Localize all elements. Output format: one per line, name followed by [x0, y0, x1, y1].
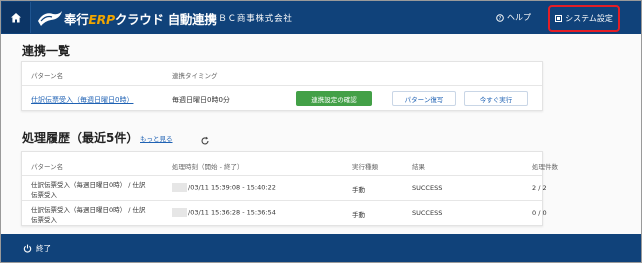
hist-row2-pattern-line2: 伝票受入	[31, 216, 57, 224]
system-settings-label: システム設定	[565, 14, 613, 23]
logo-mark-icon	[38, 11, 62, 26]
home-button[interactable]	[2, 2, 31, 33]
help-label: ヘルプ	[507, 13, 531, 22]
help-icon: ?	[496, 13, 504, 22]
product-logo: 奉行ERPクラウド 自動連携	[37, 7, 217, 29]
footer-bar: 終了	[1, 234, 641, 262]
app-window: 奉行ERPクラウド 自動連携 ＯＢＣ商事株式会社 ? ヘルプ システム設定 連携…	[0, 0, 642, 263]
hist-row2-pattern-line1: 仕訳伝票受入（毎週日曜日0時） / 仕訳	[31, 206, 146, 214]
exit-label: 終了	[36, 244, 51, 253]
home-icon	[11, 12, 21, 22]
divider	[22, 85, 542, 86]
hist-row2-result: SUCCESS	[412, 209, 443, 217]
restore-pattern-button[interactable]: パターン復写	[392, 91, 456, 106]
power-icon	[23, 244, 32, 253]
logo-text: 奉行ERPクラウド 自動連携	[64, 11, 217, 27]
run-now-button[interactable]: 今すぐ実行	[464, 91, 528, 106]
system-settings-button[interactable]: システム設定	[548, 5, 620, 32]
main-content: 連携一覧 パターン名 連携タイミング 仕訳伝票受入（毎週日曜日0時） 毎週日曜日…	[2, 34, 640, 234]
svg-text:?: ?	[499, 16, 502, 22]
hist-row1-pattern-line1: 仕訳伝票受入（毎週日曜日0時） / 仕訳	[31, 181, 146, 189]
hist-row2-time: /03/11 15:36:28 - 15:36:54	[172, 208, 276, 217]
hist-row2-type: 手動	[352, 211, 365, 219]
col-hist-time: 処理時刻（開始 - 終了）	[172, 163, 244, 171]
hist-row1-type: 手動	[352, 186, 365, 194]
refresh-button[interactable]	[200, 131, 210, 150]
exit-button[interactable]: 終了	[23, 243, 51, 254]
settings-icon	[555, 15, 563, 22]
integration-list-card: パターン名 連携タイミング 仕訳伝票受入（毎週日曜日0時） 毎週日曜日0時0分 …	[21, 61, 543, 111]
confirm-settings-button[interactable]: 連携設定の確認	[296, 91, 372, 106]
divider	[22, 175, 542, 176]
integration-list-title: 連携一覧	[22, 44, 71, 58]
col-hist-type: 実行種類	[352, 163, 378, 171]
history-card: パターン名 処理時刻（開始 - 終了） 実行種類 結果 処理件数 仕訳伝票受入（…	[21, 151, 558, 226]
col-hist-count: 処理件数	[532, 163, 558, 171]
see-more-link[interactable]: もっと見る	[140, 133, 173, 143]
hist-row1-result: SUCCESS	[412, 184, 443, 192]
company-name: ＯＢＣ商事株式会社	[209, 14, 293, 24]
col-hist-pattern: パターン名	[31, 163, 64, 171]
col-hist-result: 結果	[412, 163, 425, 171]
hist-row1-time: /03/11 15:39:08 - 15:40:22	[172, 183, 276, 192]
refresh-icon	[201, 136, 209, 145]
pattern-name-link[interactable]: 仕訳伝票受入（毎週日曜日0時）	[31, 95, 133, 105]
divider	[22, 200, 542, 201]
masked-year	[172, 183, 187, 192]
header-bar: 奉行ERPクラウド 自動連携 ＯＢＣ商事株式会社 ? ヘルプ システム設定	[1, 1, 641, 34]
hist-row1-count: 2 / 2	[532, 184, 547, 192]
hist-row1-pattern-line2: 伝票受入	[31, 191, 57, 199]
col-pattern-name: パターン名	[31, 72, 64, 80]
history-title: 処理履歴（最近5件）	[22, 131, 139, 145]
help-link[interactable]: ? ヘルプ	[496, 12, 531, 23]
hist-row2-count: 0 / 0	[532, 209, 547, 217]
col-timing: 連携タイミング	[172, 72, 218, 80]
masked-year	[172, 208, 187, 217]
timing-value: 毎週日曜日0時0分	[172, 96, 230, 104]
